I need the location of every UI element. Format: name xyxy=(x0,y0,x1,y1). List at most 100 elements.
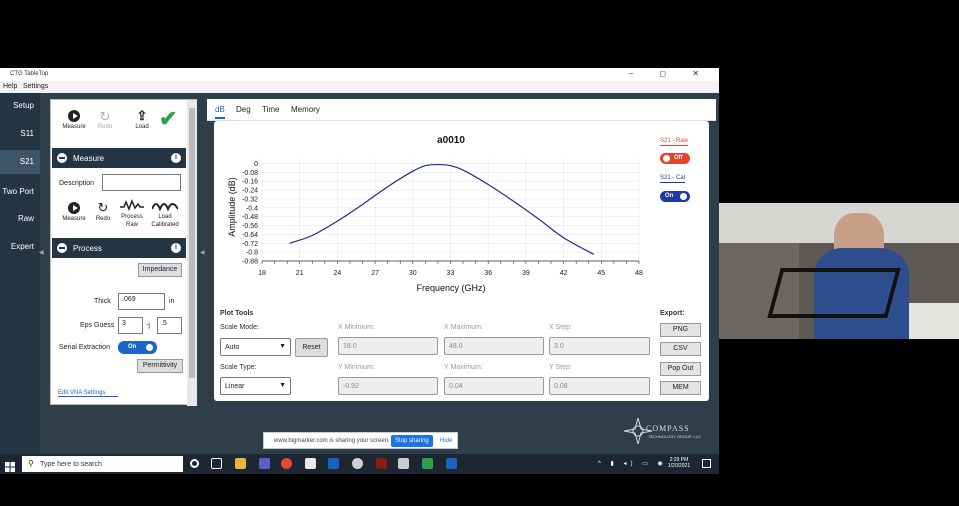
share-notice: www.bigmarker.com is sharing your screen… xyxy=(274,438,390,444)
toolbar-redo-button[interactable]: ↻ Redo xyxy=(93,110,117,131)
description-label: Description xyxy=(59,180,95,187)
serial-extraction-label: Serial Extraction xyxy=(59,344,110,351)
nav-raw[interactable]: Raw xyxy=(0,214,40,223)
tabletop-app-icon[interactable] xyxy=(422,458,433,469)
tab-time[interactable]: Time xyxy=(262,105,279,114)
y-tick-label: -0.64 xyxy=(242,232,258,239)
matlab-icon[interactable] xyxy=(376,458,387,469)
nav-setup[interactable]: Setup xyxy=(0,101,40,110)
legend-cal-label: S21 - Cal xyxy=(660,175,686,183)
chrome-icon[interactable] xyxy=(281,458,292,469)
hide-button[interactable]: Hide xyxy=(440,438,452,444)
notification-icon[interactable] xyxy=(702,459,711,468)
eps-guess-label: Eps Guess xyxy=(80,322,115,329)
toolbar-measure-button[interactable]: Measure xyxy=(59,110,89,130)
tab-db[interactable]: dB xyxy=(215,105,225,119)
thick-input[interactable]: .069 xyxy=(118,293,165,310)
y-max-input[interactable]: 0.04 xyxy=(444,377,544,395)
redo-button[interactable]: ↻ Redo xyxy=(91,200,115,222)
nav-s21[interactable]: S21 xyxy=(0,150,40,174)
y-min-input[interactable]: -0.92 xyxy=(338,377,438,395)
info-icon[interactable]: i xyxy=(171,243,181,253)
tab-deg[interactable]: Deg xyxy=(236,105,251,114)
app-icon[interactable] xyxy=(305,458,316,469)
scale-type-label: Scale Type: xyxy=(220,364,257,371)
collapse-left-icon[interactable]: ◀ xyxy=(39,249,44,256)
cal-toggle[interactable]: On xyxy=(660,191,690,202)
scale-type-select[interactable]: Linear ▼ xyxy=(220,377,291,395)
scale-mode-select[interactable]: Auto ▼ xyxy=(220,338,291,356)
eps-real-input[interactable]: 3 xyxy=(118,317,143,334)
eps-imag-input[interactable]: .5 xyxy=(157,317,182,334)
x-step-input[interactable]: 3.0 xyxy=(549,337,650,355)
view-tabs: dB Deg Time Memory xyxy=(207,99,716,121)
serial-extraction-toggle[interactable]: On xyxy=(118,341,157,354)
x-max-input[interactable]: 48.0 xyxy=(444,337,544,355)
thick-unit: in xyxy=(169,298,175,305)
menu-settings[interactable]: Settings xyxy=(23,83,48,90)
serial-extraction-state: On xyxy=(128,344,137,350)
zoom-icon[interactable] xyxy=(328,458,339,469)
tray-icons[interactable]: ^ ▮ ◂) ▭ ◉ xyxy=(598,460,667,467)
y-tick-label: -0.48 xyxy=(242,214,258,221)
x-tick-label: 48 xyxy=(635,270,643,277)
thick-label: Thick xyxy=(94,298,111,305)
nav-two-port[interactable]: Two Port xyxy=(0,187,40,196)
x-max-label: X Maximum: xyxy=(444,324,483,331)
info-icon[interactable]: i xyxy=(171,153,181,163)
x-min-input[interactable]: 18.0 xyxy=(338,337,438,355)
panel-scrollbar[interactable] xyxy=(187,100,197,406)
collapse-panel-icon[interactable]: ◀ xyxy=(200,249,205,256)
upload-icon: ⇪ xyxy=(136,108,148,123)
y-axis-label: Amplitude (dB) xyxy=(227,177,237,237)
file-explorer-icon[interactable] xyxy=(235,458,246,469)
clock[interactable]: 2:29 PM 1/20/2021 xyxy=(664,457,694,469)
export-png-button[interactable]: PNG xyxy=(660,323,701,337)
description-field[interactable] xyxy=(102,174,181,191)
measure-section-header[interactable]: Measure i xyxy=(52,148,186,168)
chat-icon[interactable] xyxy=(352,458,363,469)
apple-icon[interactable] xyxy=(398,458,409,469)
x-axis-label: Frequency (GHz) xyxy=(416,283,485,293)
measure-button[interactable]: Measure xyxy=(59,202,89,222)
collapse-icon xyxy=(57,243,67,253)
permittivity-button[interactable]: Permittivity xyxy=(137,359,183,373)
task-view-icon[interactable] xyxy=(211,458,222,469)
plot-tools-title: Plot Tools xyxy=(220,310,254,317)
chart-panel: a0010 0 -0.08 -0.16 -0.24 -0.32 -0.4 -0.48 -0.5… xyxy=(214,121,709,401)
clock-date: 1/20/2021 xyxy=(667,463,691,469)
raw-toggle[interactable]: Off xyxy=(660,153,690,164)
nav-expert[interactable]: Expert xyxy=(0,242,40,251)
windows-start-icon[interactable] xyxy=(5,459,15,472)
process-raw-button[interactable]: Process Raw xyxy=(117,198,147,229)
impedance-button[interactable]: Impedance xyxy=(138,263,182,277)
window-controls[interactable]: – ◻ ✕ xyxy=(629,69,711,78)
y-min-label: Y Minimum: xyxy=(338,364,375,371)
play-icon xyxy=(68,110,80,122)
nav-s11[interactable]: S11 xyxy=(0,129,40,138)
mem-button[interactable]: MEM xyxy=(660,381,701,395)
process-section-header[interactable]: Process i xyxy=(52,238,186,258)
pop-out-button[interactable]: Pop Out xyxy=(660,362,701,376)
y-step-input[interactable]: 0.08 xyxy=(549,377,650,395)
load-calibrated-button[interactable]: Load Calibrated xyxy=(147,199,183,229)
reset-button[interactable]: Reset xyxy=(295,338,328,357)
cortana-icon[interactable] xyxy=(190,459,199,468)
edit-vna-settings-link[interactable]: Edit VNA Settings xyxy=(58,390,118,397)
toolbar-load-button[interactable]: ⇪ Load xyxy=(129,108,155,130)
scale-type-value: Linear xyxy=(225,383,245,390)
teams-icon[interactable] xyxy=(259,458,270,469)
export-csv-button[interactable]: CSV xyxy=(660,342,701,356)
tab-memory[interactable]: Memory xyxy=(291,105,320,114)
menu-help[interactable]: Help xyxy=(3,83,17,90)
search-icon: ⚲ xyxy=(28,459,34,468)
taskbar-search[interactable]: ⚲ Type here to search xyxy=(22,456,183,472)
y-tick-label: -0.16 xyxy=(242,179,258,186)
outlook-icon[interactable] xyxy=(446,458,457,469)
stop-sharing-button[interactable]: Stop sharing xyxy=(391,435,433,447)
y-tick-labels: 0 -0.08 -0.16 -0.24-0.32 -0.4 -0.48 -0.56 -0.64… xyxy=(242,161,258,266)
search-placeholder: Type here to search xyxy=(40,461,102,468)
scale-mode-label: Scale Mode: xyxy=(220,324,259,331)
scroll-thumb[interactable] xyxy=(189,108,195,378)
amplitude-chart[interactable]: a0010 0 -0.08 -0.16 -0.24-0.32 -0.4 -0.48 -0.5… xyxy=(214,121,709,301)
